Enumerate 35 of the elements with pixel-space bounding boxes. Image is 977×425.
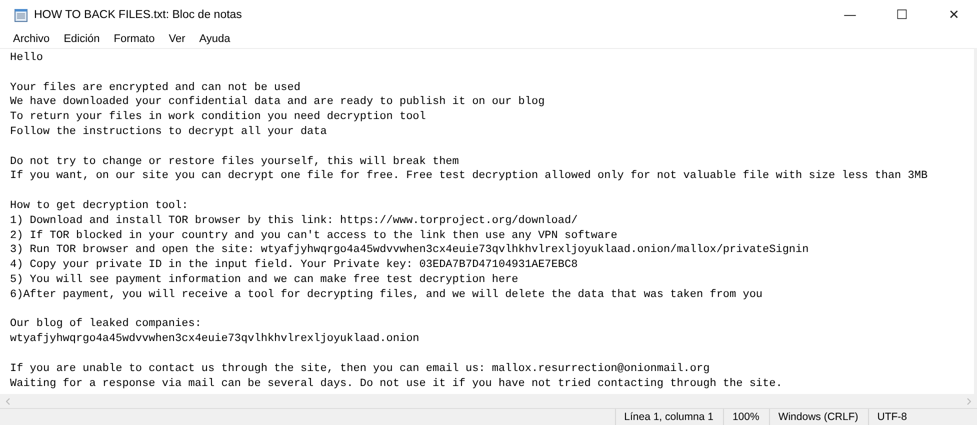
text-line: How to get decryption tool:	[10, 198, 188, 214]
text-line: Our blog of leaked companies:	[10, 317, 202, 332]
text-line: 6)After payment, you will receive a tool for decrypting files, and we will delete the data that was taken from you	[10, 288, 763, 303]
text-line: To return your files in work condition you need decryption tool	[10, 110, 426, 125]
text-line: 2) If TOR blocked in your country and you can't access to the link then use any VPN software	[10, 228, 618, 244]
minimize-button[interactable]: —	[827, 0, 873, 30]
text-line: 4) Copy your private ID in the input field. Your Private key: 03EDA7B7D47104931AE7EBC8	[10, 258, 578, 273]
text-line: wtyafjyhwqrgo4a45wdvvwhen3cx4euie73qvlhkhvlrexljoyuklaad.onion	[10, 332, 420, 347]
text-line: We have downloaded your confidential data and are ready to publish it on our blog	[10, 95, 545, 110]
window-title: HOW TO BACK FILES.txt: Bloc de notas	[34, 9, 243, 21]
menu-item[interactable]: Archivo	[6, 33, 57, 45]
text-line: 1) Download and install TOR browser by this link: https://www.torproject.org/download/	[10, 214, 578, 229]
horizontal-scrollbar[interactable]	[0, 394, 977, 408]
scroll-right-icon[interactable]	[967, 398, 971, 404]
maximize-button[interactable]: ☐	[879, 0, 925, 30]
scroll-left-icon[interactable]	[6, 398, 10, 404]
menu-item[interactable]: Ayuda	[192, 33, 238, 45]
close-button[interactable]: ✕	[931, 0, 977, 30]
status-field: UTF-8	[868, 409, 917, 425]
text-line: If you are unable to contact us through the site, then you can email us: mallox.resurrection@onionmail.org	[10, 362, 710, 377]
status-field: Windows (CRLF)	[769, 409, 868, 425]
text-line: Hello	[10, 51, 44, 66]
text-line: 5) You will see payment information and we can make free test decryption here	[10, 272, 518, 288]
text-line: Do not try to change or restore files yourself, this will break them	[10, 154, 459, 170]
menu-item[interactable]: Edición	[56, 33, 107, 45]
menu-item[interactable]: Ver	[162, 33, 192, 45]
menu-item[interactable]: Formato	[106, 33, 162, 45]
notepad-icon	[14, 8, 28, 22]
text-line: If you want, on our site you can decrypt one file for free. Free test decryption allowed only for not valuable file with size less than 3MB	[10, 169, 928, 184]
text-line: 3) Run TOR browser and open the site: wtyafjyhwqrgo4a45wdvvwhen3cx4euie73qvlhkhvlrexljoyuklaad.onion/mallox/privateSignin	[10, 243, 809, 258]
text-line: Your files are encrypted and can not be used	[10, 80, 300, 96]
status-field: 100%	[723, 409, 770, 425]
text-line: Waiting for a response via mail can be several days. Do not use it if you have not tried contacting through the site.	[10, 376, 782, 392]
text-line: Follow the instructions to decrypt all your data	[10, 124, 327, 140]
status-field: Línea 1, columna 1	[615, 409, 724, 425]
